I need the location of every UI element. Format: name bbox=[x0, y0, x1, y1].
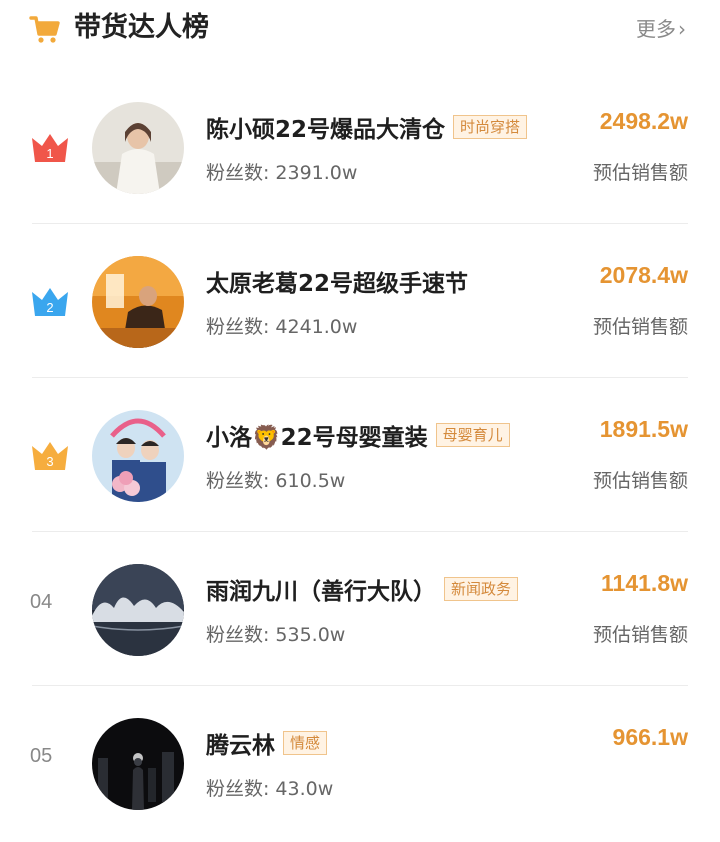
influencer-name[interactable]: 雨润九川（善行大队） bbox=[206, 572, 436, 606]
sales-amount-label: 预估销售额 bbox=[592, 624, 688, 646]
crown-number: 1 bbox=[46, 146, 53, 161]
chevron-right-icon: › bbox=[678, 17, 686, 41]
influencer-name[interactable]: 小洛🦁22号母婴童装 bbox=[206, 418, 428, 452]
fans-count: 粉丝数: 43.0w bbox=[206, 774, 333, 801]
sales-amount: 2078.4w bbox=[599, 262, 688, 288]
sales-amount-label: 预估销售额 bbox=[592, 316, 688, 338]
fans-label: 粉丝数: bbox=[206, 778, 270, 800]
category-tag: 情感 bbox=[283, 731, 328, 755]
more-label: 更多 bbox=[636, 17, 676, 41]
category-tag: 新闻政务 bbox=[444, 577, 519, 601]
avatar[interactable] bbox=[92, 410, 184, 502]
avatar[interactable] bbox=[92, 718, 184, 810]
avatar[interactable] bbox=[92, 256, 184, 348]
fans-count: 粉丝数: 610.5w bbox=[206, 466, 345, 493]
page-title: 带货达人榜 bbox=[74, 12, 209, 43]
fans-count: 粉丝数: 535.0w bbox=[206, 620, 345, 647]
sales-amount: 1141.8w bbox=[601, 570, 688, 596]
influencer-name-line: 太原老葛22号超级手速节 bbox=[206, 264, 468, 298]
shopping-cart-icon bbox=[29, 16, 60, 43]
influencer-name[interactable]: 太原老葛22号超级手速节 bbox=[206, 264, 468, 298]
fans-value: 610.5w bbox=[275, 470, 346, 492]
fans-count: 粉丝数: 4241.0w bbox=[206, 312, 357, 339]
list-item[interactable]: 2 太原老葛22号超级手速节 粉丝数: 4241.0w 2078.4w 预估销售额 bbox=[0, 224, 720, 378]
influencer-name-line: 腾云林 情感 bbox=[206, 726, 328, 760]
sales-amount-label: 预估销售额 bbox=[592, 470, 688, 492]
list-item[interactable]: 1 陈小硕22号爆品大清仓 时尚穿搭 粉丝数: 2391.0w 2498.2w 预… bbox=[0, 70, 720, 224]
fans-label: 粉丝数: bbox=[206, 470, 270, 492]
list-item[interactable]: 05 腾云林 情感 粉丝数: 43.0w 966.1w bbox=[0, 686, 720, 840]
fans-value: 535.0w bbox=[275, 624, 346, 646]
fans-label: 粉丝数: bbox=[206, 162, 270, 184]
influencer-name-line: 雨润九川（善行大队） 新闻政务 bbox=[206, 572, 519, 606]
more-link[interactable]: 更多 › bbox=[636, 12, 686, 46]
influencer-name-line: 小洛🦁22号母婴童装 母婴育儿 bbox=[206, 418, 510, 452]
fans-value: 43.0w bbox=[275, 778, 334, 800]
rank-number: 05 bbox=[30, 745, 53, 767]
category-tag: 母婴育儿 bbox=[435, 423, 510, 447]
gold-crown-icon: 1 bbox=[32, 134, 68, 162]
leaderboard-header: 带货达人榜 更多 › bbox=[0, 0, 720, 56]
fans-label: 粉丝数: bbox=[206, 316, 270, 338]
category-tag: 时尚穿搭 bbox=[453, 115, 528, 139]
crown-number: 3 bbox=[46, 454, 53, 469]
sales-amount: 1891.5w bbox=[599, 416, 688, 442]
list-item[interactable]: 04 雨润九川（善行大队） 新闻政务 粉丝数: 535.0w 1141.8w 预估… bbox=[0, 532, 720, 686]
influencer-name-line: 陈小硕22号爆品大清仓 时尚穿搭 bbox=[206, 110, 528, 144]
list-item[interactable]: 3 小洛🦁22号母婴童装 母婴育儿 粉丝数: 610.5w 1891.5w 预估销… bbox=[0, 378, 720, 532]
rank-number: 04 bbox=[30, 591, 53, 613]
blue-crown-icon: 2 bbox=[32, 288, 68, 316]
avatar[interactable] bbox=[92, 102, 184, 194]
orange-crown-icon: 3 bbox=[32, 442, 68, 470]
fans-count: 粉丝数: 2391.0w bbox=[206, 158, 357, 185]
sales-amount-label: 预估销售额 bbox=[592, 162, 688, 184]
fans-value: 2391.0w bbox=[275, 162, 358, 184]
fans-label: 粉丝数: bbox=[206, 624, 270, 646]
influencer-name[interactable]: 腾云林 bbox=[206, 726, 275, 760]
influencer-name[interactable]: 陈小硕22号爆品大清仓 bbox=[206, 110, 445, 144]
avatar[interactable] bbox=[92, 564, 184, 656]
sales-amount: 966.1w bbox=[612, 724, 688, 750]
sales-amount: 2498.2w bbox=[599, 108, 688, 134]
fans-value: 4241.0w bbox=[275, 316, 358, 338]
crown-number: 2 bbox=[46, 300, 53, 315]
